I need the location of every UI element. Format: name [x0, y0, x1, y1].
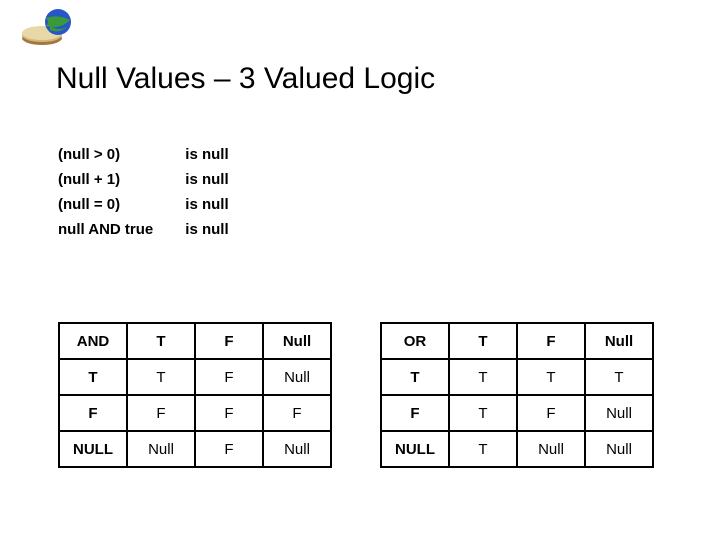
expression-row: null AND true is null: [58, 217, 261, 242]
row-header: F: [59, 395, 127, 431]
row-header: NULL: [381, 431, 449, 467]
expression-rhs: is null: [185, 192, 260, 217]
database-globe-icon: [20, 8, 76, 48]
row-header: T: [59, 359, 127, 395]
cell: T: [449, 395, 517, 431]
col-header: F: [195, 323, 263, 359]
row-header: T: [381, 359, 449, 395]
cell: F: [195, 395, 263, 431]
cell: Null: [263, 359, 331, 395]
cell: T: [449, 431, 517, 467]
cell: Null: [127, 431, 195, 467]
cell: F: [517, 395, 585, 431]
null-expression-list: (null > 0) is null (null + 1) is null (n…: [58, 142, 261, 242]
expression-lhs: null AND true: [58, 217, 185, 242]
expression-lhs: (null = 0): [58, 192, 185, 217]
expression-rhs: is null: [185, 167, 260, 192]
expression-rhs: is null: [185, 217, 260, 242]
expression-row: (null + 1) is null: [58, 167, 261, 192]
expression-row: (null > 0) is null: [58, 142, 261, 167]
cell: T: [449, 359, 517, 395]
cell: F: [195, 431, 263, 467]
col-header: Null: [263, 323, 331, 359]
cell: F: [263, 395, 331, 431]
expression-lhs: (null + 1): [58, 167, 185, 192]
col-header: F: [517, 323, 585, 359]
cell: F: [195, 359, 263, 395]
cell: Null: [263, 431, 331, 467]
operator-label: AND: [59, 323, 127, 359]
cell: T: [127, 359, 195, 395]
col-header: Null: [585, 323, 653, 359]
cell: Null: [585, 395, 653, 431]
operator-label: OR: [381, 323, 449, 359]
and-truth-table: AND T F Null T T F Null F F F F NULL Nul…: [58, 322, 332, 468]
expression-rhs: is null: [185, 142, 260, 167]
col-header: T: [127, 323, 195, 359]
or-truth-table: OR T F Null T T T T F T F Null NULL T Nu…: [380, 322, 654, 468]
cell: Null: [517, 431, 585, 467]
slide-title: Null Values – 3 Valued Logic: [56, 62, 435, 96]
col-header: T: [449, 323, 517, 359]
row-header: NULL: [59, 431, 127, 467]
cell: F: [127, 395, 195, 431]
row-header: F: [381, 395, 449, 431]
expression-row: (null = 0) is null: [58, 192, 261, 217]
cell: T: [585, 359, 653, 395]
expression-lhs: (null > 0): [58, 142, 185, 167]
cell: Null: [585, 431, 653, 467]
cell: T: [517, 359, 585, 395]
